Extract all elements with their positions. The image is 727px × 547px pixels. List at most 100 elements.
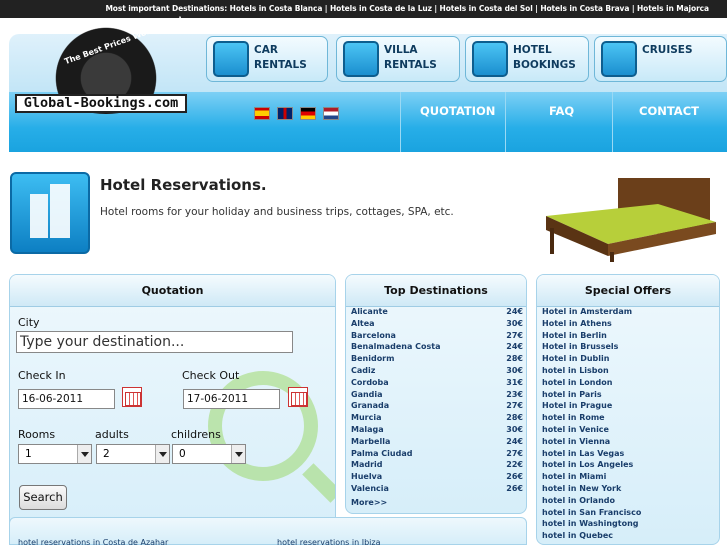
villa-rentals-label: VILLA RENTALS xyxy=(384,44,437,71)
hotel-bookings-button[interactable]: HOTEL BOOKINGS xyxy=(465,36,589,82)
destination-row[interactable]: Cordoba 31€ xyxy=(351,378,523,390)
destination-row[interactable]: Murcia 28€ xyxy=(351,413,523,425)
destination-row[interactable]: Malaga 30€ xyxy=(351,425,523,437)
destination-name: Palma Ciudad xyxy=(351,448,413,458)
quotation-title: Quotation xyxy=(10,275,335,307)
destination-row[interactable]: Benalmadena Costa 24€ xyxy=(351,342,523,354)
top-destinations-panel: Top Destinations Alicante 24€ Altea 30€ Barc… xyxy=(345,274,527,514)
check-in-input[interactable]: 16-06-2011 xyxy=(18,389,115,409)
destination-name: Granada xyxy=(351,401,390,411)
site-logo[interactable]: Global-Bookings.com xyxy=(15,94,187,113)
villa-rentals-button[interactable]: VILLA RENTALS xyxy=(336,36,460,82)
car-rentals-button[interactable]: CAR RENTALS xyxy=(206,36,328,82)
special-offer-link[interactable]: Hotel in Athens xyxy=(542,319,612,328)
destination-name: Alicante xyxy=(351,307,388,316)
special-offer-link[interactable]: hotel in Las Vegas xyxy=(542,449,624,458)
check-out-calendar-icon[interactable] xyxy=(288,387,308,407)
nav-contact[interactable]: CONTACT xyxy=(639,104,699,118)
top-destinations-title: Top Destinations xyxy=(346,275,526,307)
bottom-link[interactable]: hotel reservations in Ibiza xyxy=(277,538,380,547)
destination-row[interactable]: Alicante 24€ xyxy=(351,307,523,319)
special-offer-link[interactable]: hotel in Venice xyxy=(542,425,609,434)
destination-row[interactable]: Cadiz 30€ xyxy=(351,366,523,378)
chevron-down-icon xyxy=(77,445,91,463)
destination-row[interactable]: Granada 27€ xyxy=(351,401,523,413)
destination-price: 27€ xyxy=(506,330,523,340)
search-button[interactable]: Search xyxy=(19,485,67,510)
special-offer-link[interactable]: hotel in Orlando xyxy=(542,496,615,505)
special-offer-link[interactable]: hotel in Quebec xyxy=(542,531,613,540)
special-offers-title: Special Offers xyxy=(537,275,719,307)
destination-row[interactable]: Huelva 26€ xyxy=(351,472,523,484)
destination-price: 28€ xyxy=(506,354,523,364)
dutch-flag-icon[interactable] xyxy=(323,107,340,120)
bottom-link[interactable]: hotel reservations in Costa de Azahar xyxy=(18,538,168,547)
check-in-calendar-icon[interactable] xyxy=(122,387,142,407)
special-offer-link[interactable]: hotel in Lisbon xyxy=(542,366,609,375)
special-offer-link[interactable]: Hotel in Dublin xyxy=(542,354,609,363)
adults-label: adults xyxy=(95,428,129,441)
destination-row[interactable]: Valencia 26€ xyxy=(351,484,523,496)
destination-row[interactable]: Benidorm 28€ xyxy=(351,354,523,366)
special-offer-link[interactable]: hotel in Miami xyxy=(542,472,606,481)
children-select[interactable]: 0 xyxy=(172,444,246,464)
destination-row[interactable]: Barcelona 27€ xyxy=(351,331,523,343)
destination-row[interactable]: Altea 30€ xyxy=(351,319,523,331)
special-offer-link[interactable]: hotel in Los Angeles xyxy=(542,460,633,469)
adults-select[interactable]: 2 xyxy=(96,444,170,464)
destination-row[interactable]: Madrid 22€ xyxy=(351,460,523,472)
hotel-building-icon xyxy=(10,172,90,254)
destination-name: Huelva xyxy=(351,472,383,482)
destination-price: 30€ xyxy=(506,318,523,328)
cruises-button[interactable]: CRUISES xyxy=(594,36,727,82)
special-offer-link[interactable]: Hotel in Prague xyxy=(542,401,612,410)
top-destinations-links[interactable]: Most important Destinations: Hotels in C… xyxy=(105,4,709,13)
special-offer-link[interactable]: Hotel in Berlin xyxy=(542,331,607,340)
special-offer-link[interactable]: hotel in San Francisco xyxy=(542,508,641,517)
destination-price: 22€ xyxy=(506,460,523,470)
destination-price: 27€ xyxy=(506,401,523,411)
destination-name: Valencia xyxy=(351,484,389,493)
destination-price: 24€ xyxy=(506,436,523,446)
page-description: Hotel rooms for your holiday and busines… xyxy=(100,206,454,218)
destination-name: Gandia xyxy=(351,389,383,399)
destination-name: Benidorm xyxy=(351,354,395,364)
destination-row[interactable]: Palma Ciudad 27€ xyxy=(351,449,523,461)
destination-price: 24€ xyxy=(506,342,523,352)
destination-price: 26€ xyxy=(506,472,523,482)
special-offer-link[interactable]: Hotel in Amsterdam xyxy=(542,307,632,316)
special-offer-link[interactable]: hotel in Paris xyxy=(542,390,602,399)
special-offer-link[interactable]: hotel in Rome xyxy=(542,413,605,422)
city-label: City xyxy=(18,316,40,329)
destination-price: 28€ xyxy=(506,413,523,423)
special-offer-link[interactable]: Hotel in Brussels xyxy=(542,342,618,351)
spanish-flag-icon[interactable] xyxy=(254,107,270,120)
language-flags xyxy=(254,105,341,124)
nav-quotation[interactable]: QUOTATION xyxy=(420,104,495,118)
uk-flag-icon[interactable] xyxy=(277,107,294,120)
special-offer-link[interactable]: hotel in Vienna xyxy=(542,437,610,446)
german-flag-icon[interactable] xyxy=(300,107,317,120)
top-destinations-bar: Most important Destinations: Hotels in C… xyxy=(0,0,727,18)
special-offer-link[interactable]: hotel in London xyxy=(542,378,612,387)
destination-name: Altea xyxy=(351,318,375,328)
more-destinations-link[interactable]: More>> xyxy=(351,498,387,507)
bottom-links-panel: hotel reservations in Costa de Azahar ho… xyxy=(9,517,527,547)
rooms-select[interactable]: 1 xyxy=(18,444,92,464)
city-input[interactable]: Type your destination... xyxy=(16,331,293,353)
nav-faq[interactable]: FAQ xyxy=(549,104,574,118)
destination-name: Malaga xyxy=(351,425,384,434)
rooms-label: Rooms xyxy=(18,428,56,441)
car-icon xyxy=(213,41,249,77)
special-offer-link[interactable]: hotel in Washingtong xyxy=(542,519,639,528)
destination-name: Benalmadena Costa xyxy=(351,342,441,352)
special-offers-panel: Special Offers Hotel in Amsterdam Hotel i… xyxy=(536,274,720,545)
quotation-panel: Quotation City Type your destination... … xyxy=(9,274,336,545)
destination-price: 23€ xyxy=(506,389,523,399)
destination-row[interactable]: Gandia 23€ xyxy=(351,390,523,402)
special-offer-link[interactable]: hotel in New York xyxy=(542,484,621,493)
cruises-label: CRUISES xyxy=(642,44,693,56)
destination-price: 24€ xyxy=(506,307,523,316)
check-out-input[interactable]: 17-06-2011 xyxy=(183,389,280,409)
destination-row[interactable]: Marbella 24€ xyxy=(351,437,523,449)
